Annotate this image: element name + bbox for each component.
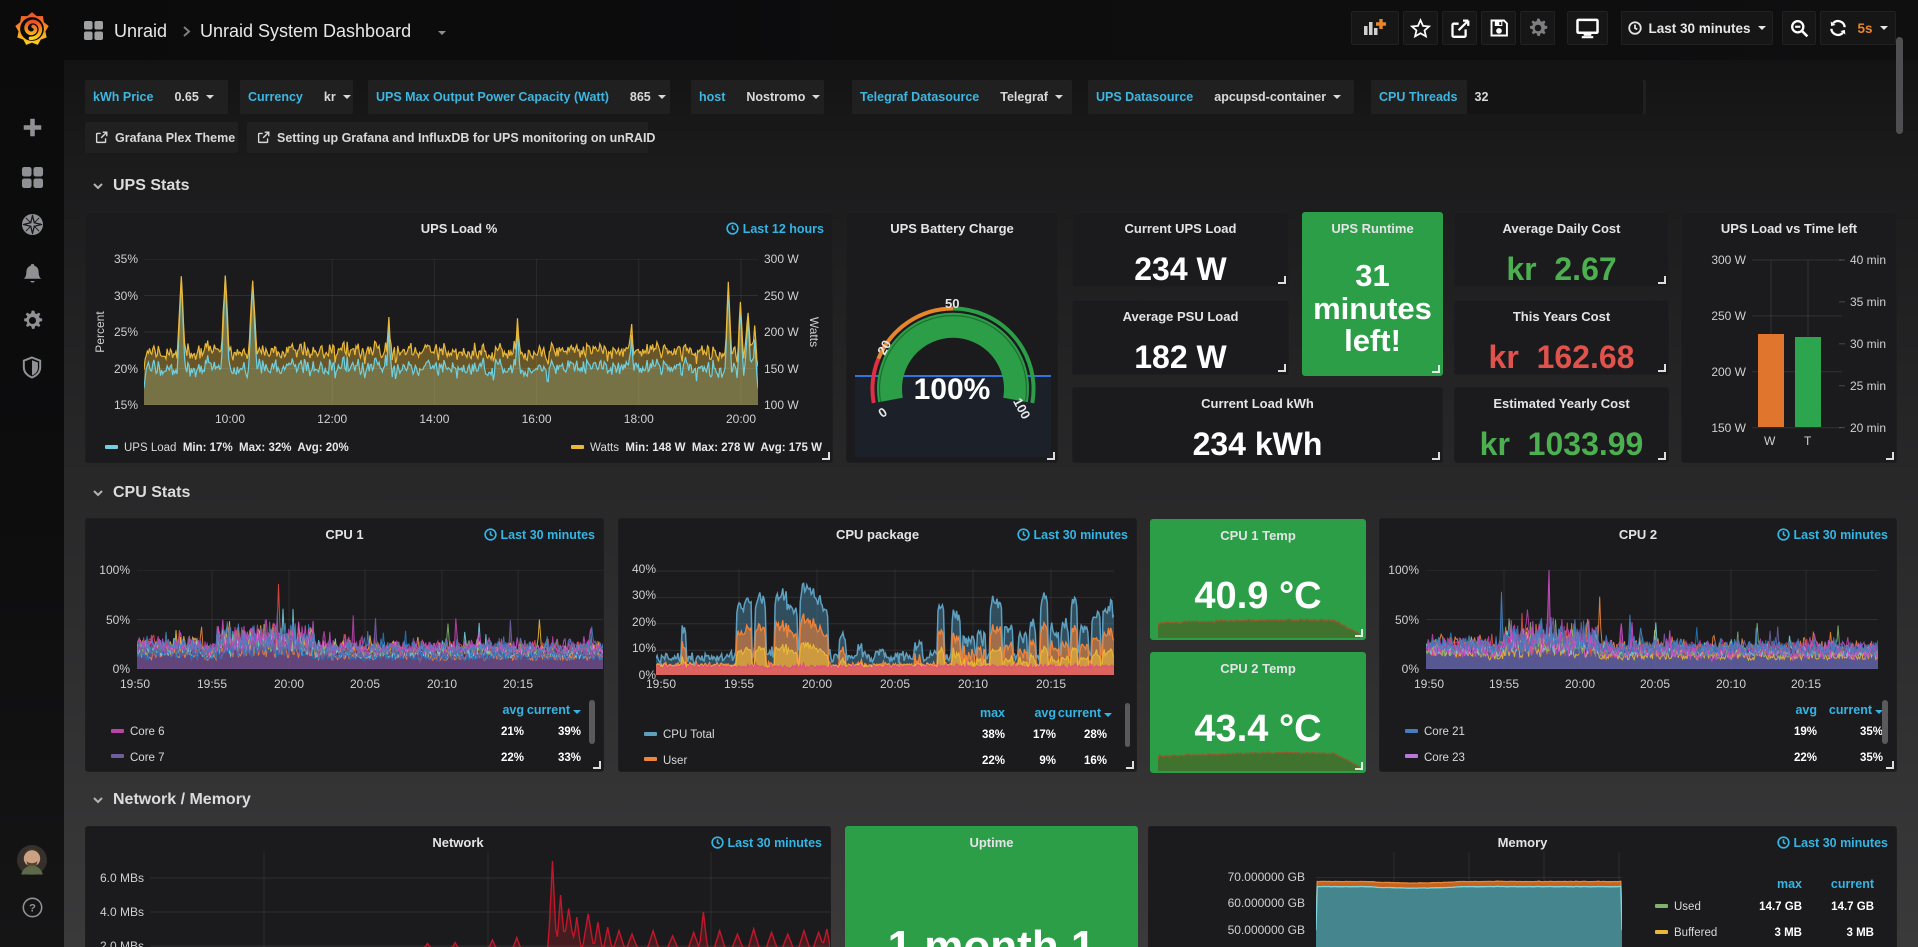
svg-text:?: ? xyxy=(29,903,36,915)
